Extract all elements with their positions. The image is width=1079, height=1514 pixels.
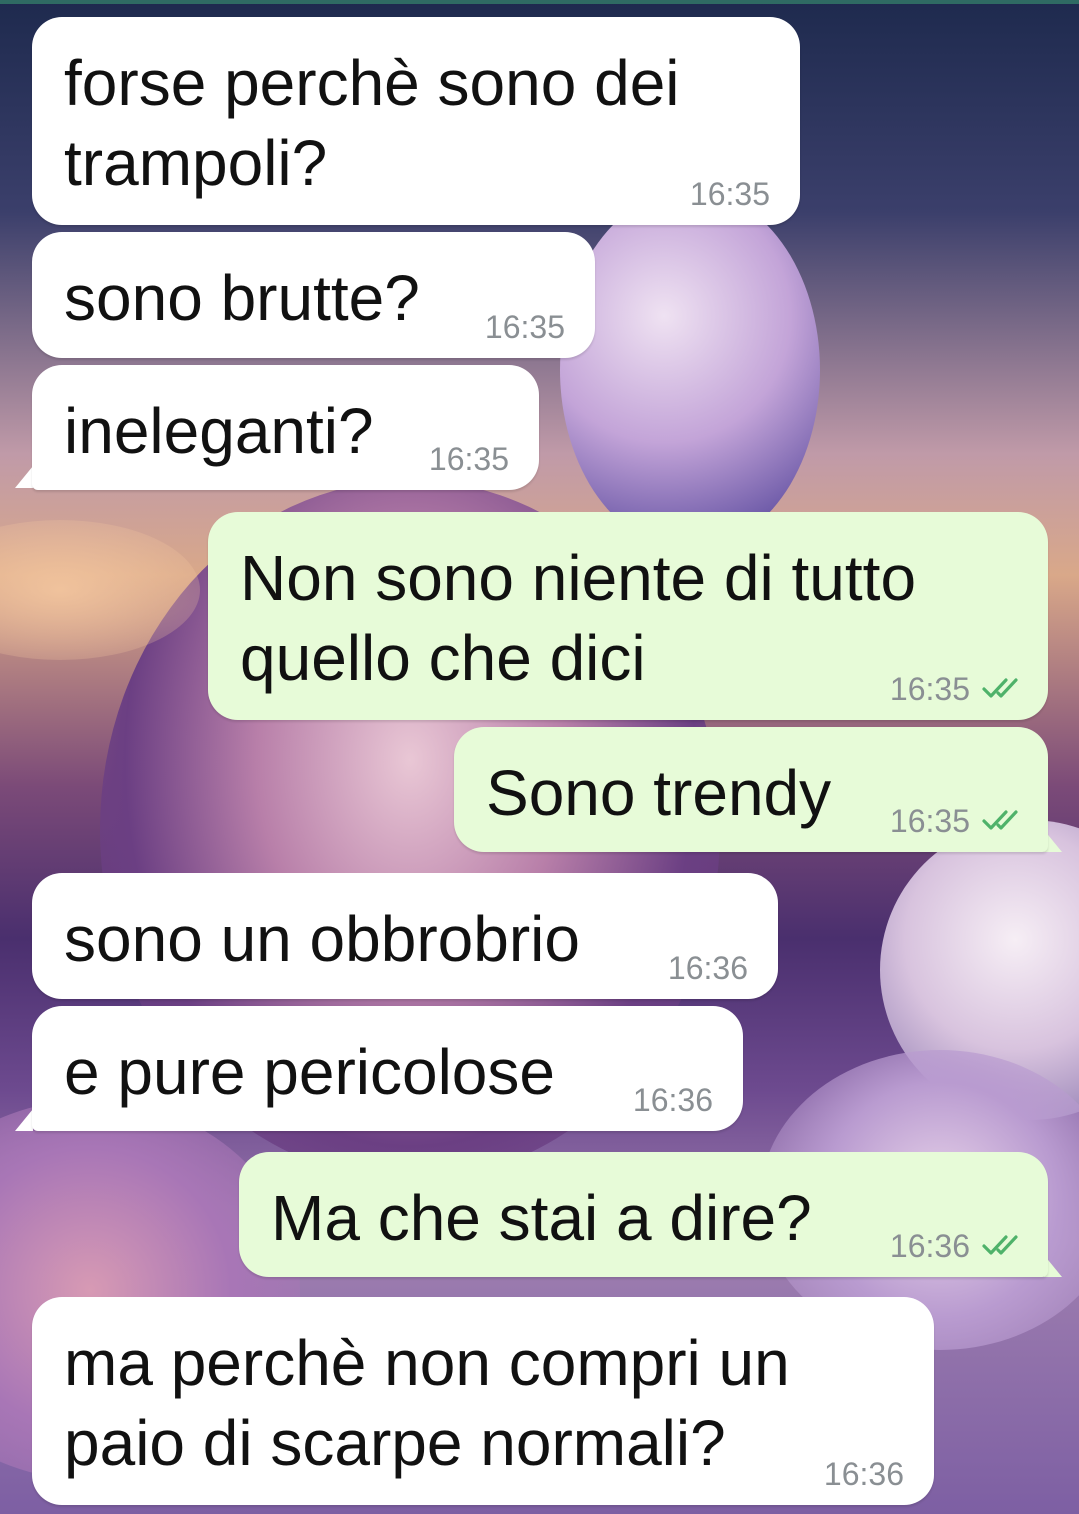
message-bubble-outgoing[interactable]: Ma che stai a dire? 16:36 bbox=[239, 1152, 1048, 1277]
message-line: forse perchè sono dei bbox=[64, 47, 680, 119]
message-timestamp: 16:35 bbox=[428, 441, 509, 477]
message-timestamp: 16:36 bbox=[823, 1456, 904, 1492]
message-timestamp: 16:36 bbox=[889, 1228, 970, 1264]
double-check-icon bbox=[982, 1235, 1018, 1255]
double-check-icon bbox=[982, 678, 1018, 698]
message-text: e pure pericolose bbox=[64, 1036, 555, 1108]
message-line: paio di scarpe normali? bbox=[64, 1407, 726, 1479]
message-bubble-outgoing[interactable]: Sono trendy 16:35 bbox=[454, 727, 1048, 852]
message-text: forse perchè sono dei trampoli? bbox=[64, 43, 768, 203]
message-bubble-outgoing[interactable]: Non sono niente di tutto quello che dici… bbox=[208, 512, 1048, 720]
message-timestamp: 16:35 bbox=[889, 803, 970, 839]
message-bubble-incoming[interactable]: ineleganti? 16:35 bbox=[32, 365, 539, 490]
message-text: ma perchè non compri un paio di scarpe n… bbox=[64, 1323, 902, 1483]
message-timestamp: 16:35 bbox=[889, 671, 970, 707]
message-bubble-incoming[interactable]: sono un obbrobrio 16:36 bbox=[32, 873, 778, 999]
message-timestamp: 16:35 bbox=[484, 309, 565, 345]
message-line: Non sono niente di tutto bbox=[240, 542, 917, 614]
message-bubble-incoming[interactable]: forse perchè sono dei trampoli? 16:35 bbox=[32, 17, 800, 225]
message-line: trampoli? bbox=[64, 127, 328, 199]
message-bubble-incoming[interactable]: e pure pericolose 16:36 bbox=[32, 1006, 743, 1131]
bubble-tail bbox=[15, 466, 33, 488]
message-timestamp: 16:36 bbox=[632, 1082, 713, 1118]
message-text: sono un obbrobrio bbox=[64, 903, 580, 975]
message-bubble-incoming[interactable]: sono brutte? 16:35 bbox=[32, 232, 595, 358]
bubble-tail bbox=[15, 1109, 33, 1131]
double-check-icon bbox=[982, 810, 1018, 830]
top-accent-line bbox=[0, 0, 1079, 4]
message-timestamp: 16:36 bbox=[667, 950, 748, 986]
message-bubble-incoming[interactable]: ma perchè non compri un paio di scarpe n… bbox=[32, 1297, 934, 1505]
message-line: ma perchè non compri un bbox=[64, 1327, 790, 1399]
message-timestamp: 16:35 bbox=[689, 176, 770, 212]
